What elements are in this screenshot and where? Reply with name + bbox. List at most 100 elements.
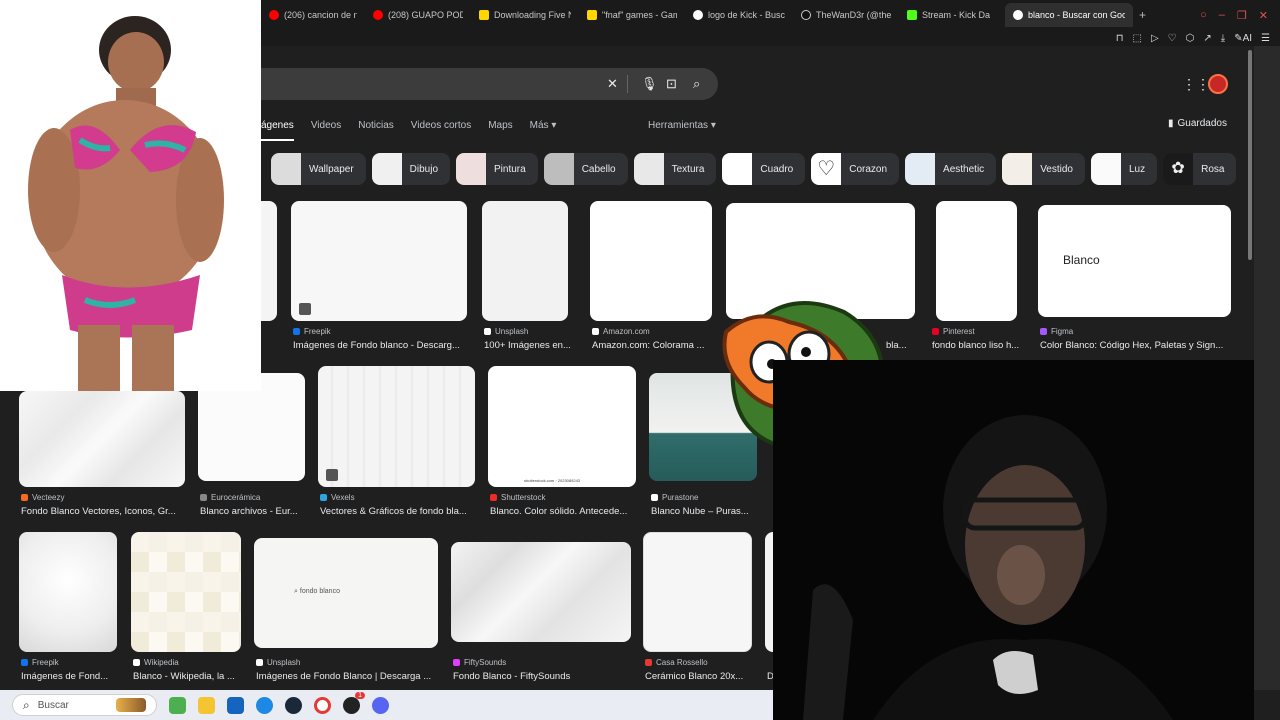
chip[interactable]: ♡ Corazon bbox=[811, 153, 900, 185]
store-icon[interactable] bbox=[227, 696, 244, 714]
result-card[interactable]: Amazon.com Amazon.com: Colorama ... bbox=[590, 201, 712, 353]
result-title[interactable]: Cerámico Blanco 20x... bbox=[645, 671, 755, 682]
result-card[interactable]: FiftySounds Fondo Blanco - FiftySounds bbox=[451, 542, 631, 684]
browser-tab[interactable]: TheWanD3r (@thew bbox=[793, 3, 899, 27]
chip[interactable]: Textura bbox=[633, 153, 717, 185]
result-title[interactable]: Blanco. Color sólido. Antecede... bbox=[490, 506, 638, 517]
result-card[interactable]: Unsplash 100+ Imágenes en... bbox=[482, 201, 571, 353]
ai-label: AI bbox=[1242, 32, 1253, 44]
result-title[interactable]: Imágenes de Fondo blanco - Descarg... bbox=[293, 340, 469, 351]
result-title[interactable]: Vectores & Gráficos de fondo bla... bbox=[320, 506, 477, 517]
browser-tab[interactable]: logo de Kick - Busca bbox=[685, 3, 793, 27]
result-title[interactable]: Blanco archivos - Eur... bbox=[200, 506, 308, 517]
chip[interactable]: Wallpaper bbox=[271, 153, 366, 185]
minimize-icon[interactable]: – bbox=[1219, 9, 1225, 22]
result-title[interactable]: Imágenes de Fond... bbox=[21, 671, 121, 682]
lens-icon[interactable]: ⊡ bbox=[666, 76, 677, 92]
result-title[interactable]: Blanco - Wikipedia, la ... bbox=[133, 671, 244, 682]
taskbar-search-input[interactable]: ⌕ Buscar bbox=[12, 694, 157, 716]
chip[interactable]: Cuadro bbox=[722, 153, 806, 185]
chip[interactable]: Vestido bbox=[1002, 153, 1085, 185]
result-card[interactable]: Casa Rossello Cerámico Blanco 20x... bbox=[643, 532, 753, 684]
result-title[interactable]: Imágenes de Fondo Blanco | Descarga ... bbox=[256, 671, 440, 682]
chip[interactable]: Dibujo bbox=[371, 153, 451, 185]
result-source: FiftySounds bbox=[453, 658, 506, 667]
chip[interactable]: Pintura bbox=[456, 153, 538, 185]
tiktok-icon bbox=[801, 10, 811, 20]
wikipedia-icon bbox=[133, 659, 140, 666]
browser-tab[interactable]: Downloading Five N bbox=[471, 3, 579, 27]
result-card[interactable]: Pinterest fondo blanco liso h... bbox=[930, 201, 1026, 353]
chip[interactable]: ✿ Rosa bbox=[1163, 153, 1237, 185]
scrollbar-thumb[interactable] bbox=[1248, 50, 1252, 260]
discord-icon[interactable] bbox=[372, 696, 389, 714]
saved-button[interactable]: ▮ Guardados bbox=[1168, 118, 1227, 129]
restore-icon[interactable]: ❐ bbox=[1237, 9, 1247, 22]
browser-tab[interactable]: (206) cancion de ns bbox=[261, 3, 365, 27]
result-card[interactable]: Blanco Figma Color Blanco: Código Hex, P… bbox=[1038, 205, 1232, 353]
apps-grid-icon[interactable]: ⋮⋮ bbox=[1182, 76, 1210, 93]
obs-icon[interactable]: 1 bbox=[343, 691, 365, 714]
result-card[interactable]: Eurocerámica Blanco archivos - Eur... bbox=[198, 373, 306, 519]
result-title[interactable]: Amazon.com: Colorama ... bbox=[592, 340, 716, 351]
close-icon[interactable]: ✕ bbox=[1259, 9, 1268, 22]
chip-thumbnail bbox=[271, 153, 301, 185]
result-title[interactable]: Fondo Blanco Vectores, Iconos, Gr... bbox=[21, 506, 187, 517]
tab-short-videos[interactable]: Videos cortos bbox=[411, 120, 471, 141]
search-input[interactable]: ✕ 🎙 ⊡ ⌕ bbox=[255, 68, 718, 100]
share-icon[interactable]: ↗ bbox=[1203, 33, 1211, 44]
browser-tab[interactable]: (208) GUAPO PODER bbox=[365, 3, 471, 27]
result-card[interactable]: shutterstock.com · 2023089243 Shuttersto… bbox=[488, 366, 636, 519]
play-icon[interactable]: ▷ bbox=[1151, 33, 1159, 44]
chip[interactable]: Aesthetic bbox=[905, 153, 997, 185]
mic-icon[interactable]: 🎙 bbox=[641, 76, 658, 92]
download-icon[interactable]: ⤓ bbox=[1221, 33, 1225, 44]
chip-label: Cabello bbox=[581, 163, 616, 175]
result-source: Freepik bbox=[293, 327, 331, 336]
clear-icon[interactable]: ✕ bbox=[607, 76, 618, 92]
menu-icon[interactable]: ☰ bbox=[1261, 33, 1270, 44]
result-card[interactable]: D bbox=[765, 532, 774, 684]
screenshot-icon[interactable]: ⬚ bbox=[1133, 33, 1142, 44]
browser-icon[interactable] bbox=[256, 696, 273, 714]
folder-icon[interactable] bbox=[198, 696, 215, 714]
result-card[interactable]: Vexels Vectores & Gráficos de fondo bla.… bbox=[318, 366, 475, 519]
tab-videos[interactable]: Videos bbox=[311, 120, 341, 141]
scrollbar-track[interactable] bbox=[1254, 46, 1280, 690]
result-card[interactable]: ⌕ fondo blanco Unsplash Imágenes de Fond… bbox=[254, 538, 438, 684]
chip[interactable]: Cabello bbox=[543, 153, 628, 185]
result-card[interactable]: Freepik Imágenes de Fondo blanco - Desca… bbox=[291, 201, 467, 353]
result-card[interactable]: Wikipedia Blanco - Wikipedia, la ... bbox=[131, 532, 242, 684]
opera-icon[interactable] bbox=[314, 696, 331, 714]
avatar[interactable] bbox=[1208, 74, 1228, 94]
browser-tab[interactable]: Stream - Kick Da bbox=[899, 3, 1005, 27]
heart-icon[interactable]: ♡ bbox=[1168, 33, 1177, 44]
ai-button[interactable]: ✎AI bbox=[1234, 33, 1252, 44]
tab-images[interactable]: ágenes bbox=[261, 120, 294, 141]
search-icon[interactable]: ⌕ bbox=[693, 76, 700, 92]
result-title[interactable]: fondo blanco liso h... bbox=[932, 340, 1028, 351]
result-card[interactable]: Vecteezy Fondo Blanco Vectores, Iconos, … bbox=[19, 391, 185, 519]
browser-tab[interactable]: "fnaf" games - Gam bbox=[579, 3, 685, 27]
search-tabs-icon[interactable]: ○ bbox=[1200, 9, 1207, 22]
minecraft-icon[interactable] bbox=[169, 696, 186, 714]
browser-tab-active[interactable]: blanco - Buscar con Goog bbox=[1005, 3, 1133, 27]
chip[interactable]: Luz bbox=[1091, 153, 1158, 185]
tab-news[interactable]: Noticias bbox=[358, 120, 394, 141]
heart-icon: ♡ bbox=[811, 153, 842, 185]
bookmark-icon: ▮ bbox=[1168, 118, 1174, 129]
tools-button[interactable]: Herramientas ▾ bbox=[648, 120, 716, 131]
new-tab-button[interactable]: + bbox=[1133, 8, 1152, 22]
tab-more[interactable]: Más ▾ bbox=[530, 120, 557, 141]
pin-icon[interactable]: ⊓ bbox=[1116, 33, 1124, 44]
extensions-icon[interactable]: ⬡ bbox=[1186, 33, 1195, 44]
result-card[interactable] bbox=[261, 201, 277, 321]
result-title[interactable]: bla... bbox=[886, 340, 916, 351]
result-title[interactable]: Blanco Nube – Puras... bbox=[651, 506, 759, 517]
tab-maps[interactable]: Maps bbox=[488, 120, 512, 141]
result-title[interactable]: Fondo Blanco - FiftySounds bbox=[453, 671, 633, 682]
result-card[interactable]: Freepik Imágenes de Fond... bbox=[19, 532, 119, 684]
steam-icon[interactable] bbox=[285, 696, 302, 714]
result-title[interactable]: 100+ Imágenes en... bbox=[484, 340, 584, 351]
result-title[interactable]: Color Blanco: Código Hex, Paletas y Sign… bbox=[1040, 340, 1234, 351]
